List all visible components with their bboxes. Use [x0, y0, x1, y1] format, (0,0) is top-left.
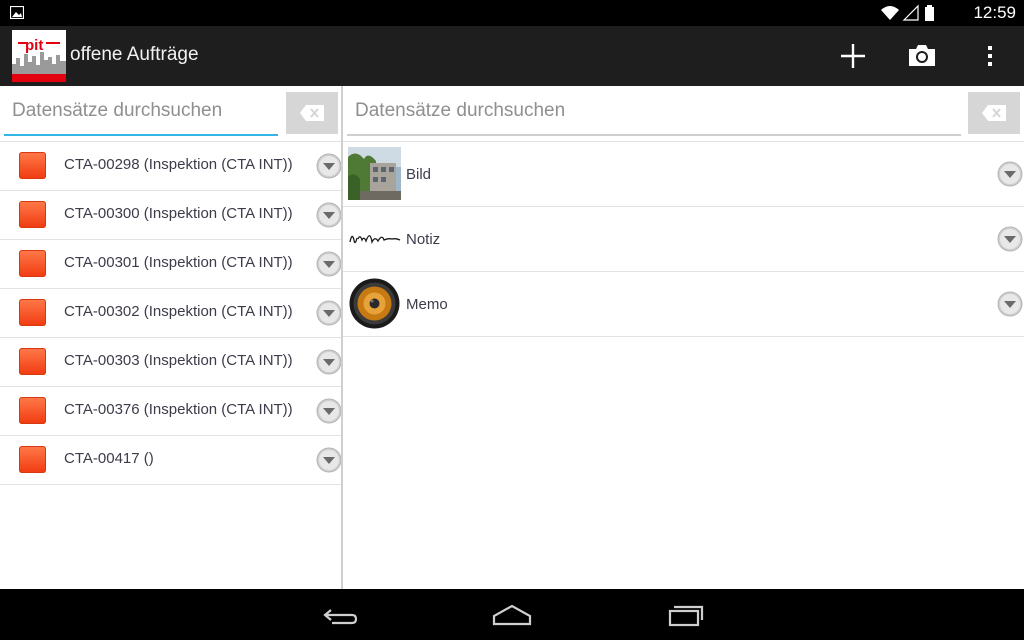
list-item[interactable]: CTA-00417 () [0, 436, 342, 485]
chevron-down-icon[interactable] [997, 291, 1023, 317]
attachments-search-input[interactable] [347, 94, 961, 128]
chevron-down-icon[interactable] [997, 226, 1023, 252]
chevron-down-icon[interactable] [316, 349, 342, 375]
chevron-down-icon[interactable] [316, 398, 342, 424]
list-item[interactable]: CTA-00376 (Inspektion (CTA INT)) [0, 387, 342, 436]
gallery-notification-icon [10, 6, 24, 19]
list-item[interactable]: CTA-00300 (Inspektion (CTA INT)) [0, 191, 342, 240]
order-status-icon [19, 446, 46, 473]
system-status-icons [881, 4, 934, 21]
back-button[interactable] [316, 597, 362, 631]
order-status-icon [19, 348, 46, 375]
clock: 12:59 [973, 3, 1016, 22]
chevron-down-icon[interactable] [316, 202, 342, 228]
pit-logo-icon: pit [12, 30, 66, 82]
list-item[interactable]: CTA-00301 (Inspektion (CTA INT)) [0, 240, 342, 289]
search-focus-underline [4, 134, 278, 136]
speaker-icon [349, 278, 400, 329]
attachments-pane: Bild Notiz Me [343, 86, 1024, 589]
attachment-label: Memo [406, 296, 448, 313]
list-item[interactable]: Bild [343, 142, 1024, 207]
orders-search-input[interactable] [4, 94, 278, 128]
home-button[interactable] [489, 597, 535, 631]
overflow-menu-button[interactable] [972, 38, 1008, 74]
list-item[interactable]: CTA-00298 (Inspektion (CTA INT)) [0, 142, 342, 191]
battery-icon [925, 5, 934, 21]
order-label: CTA-00303 (Inspektion (CTA INT)) [64, 352, 293, 369]
action-bar: pit offene Aufträge [0, 26, 1024, 86]
order-label: CTA-00301 (Inspektion (CTA INT)) [64, 254, 293, 271]
add-icon [841, 44, 865, 68]
attachment-label: Bild [406, 166, 432, 183]
chevron-down-icon[interactable] [316, 251, 342, 277]
backspace-clear-icon [982, 105, 1006, 121]
wifi-icon [881, 6, 899, 20]
list-item[interactable]: Memo [343, 272, 1024, 337]
order-status-icon [19, 397, 46, 424]
orders-search-clear-button[interactable] [286, 92, 338, 134]
photo-thumbnail [348, 147, 401, 200]
app-logo[interactable]: pit [12, 30, 66, 82]
add-button[interactable] [835, 38, 871, 74]
chevron-down-icon[interactable] [316, 300, 342, 326]
attachment-label: Notiz [406, 231, 441, 248]
chevron-down-icon[interactable] [316, 447, 342, 473]
orders-list: CTA-00298 (Inspektion (CTA INT)) CTA-003… [0, 141, 342, 485]
signature-icon [349, 235, 401, 245]
chevron-down-icon[interactable] [997, 161, 1023, 187]
overflow-menu-icon [988, 46, 992, 66]
svg-text:pit: pit [25, 37, 43, 54]
no-sim-signal-icon [902, 4, 919, 21]
list-item[interactable]: CTA-00302 (Inspektion (CTA INT)) [0, 289, 342, 338]
chevron-down-icon[interactable] [316, 153, 342, 179]
orders-search [0, 86, 341, 140]
navigation-bar [0, 589, 1024, 640]
status-bar: 12:59 [0, 0, 1024, 26]
order-label: CTA-00417 () [64, 450, 154, 467]
order-label: CTA-00302 (Inspektion (CTA INT)) [64, 303, 293, 320]
back-icon [323, 609, 358, 625]
orders-pane: CTA-00298 (Inspektion (CTA INT)) CTA-003… [0, 86, 342, 589]
page-title: offene Aufträge [70, 44, 199, 65]
search-underline [347, 134, 961, 136]
recent-apps-button[interactable] [662, 597, 708, 631]
list-item[interactable]: Notiz [343, 207, 1024, 272]
recent-apps-icon [668, 605, 704, 627]
camera-icon [909, 45, 935, 66]
attachments-search [343, 86, 1024, 140]
order-label: CTA-00376 (Inspektion (CTA INT)) [64, 401, 293, 418]
order-status-icon [19, 250, 46, 277]
order-label: CTA-00300 (Inspektion (CTA INT)) [64, 205, 293, 222]
order-label: CTA-00298 (Inspektion (CTA INT)) [64, 156, 293, 173]
order-status-icon [19, 299, 46, 326]
order-status-icon [19, 201, 46, 228]
backspace-clear-icon [300, 105, 324, 121]
list-item[interactable]: CTA-00303 (Inspektion (CTA INT)) [0, 338, 342, 387]
attachments-list: Bild Notiz Memo [343, 141, 1024, 337]
order-status-icon [19, 152, 46, 179]
home-icon [492, 604, 532, 626]
attachments-search-clear-button[interactable] [968, 92, 1020, 134]
camera-button[interactable] [904, 38, 940, 74]
